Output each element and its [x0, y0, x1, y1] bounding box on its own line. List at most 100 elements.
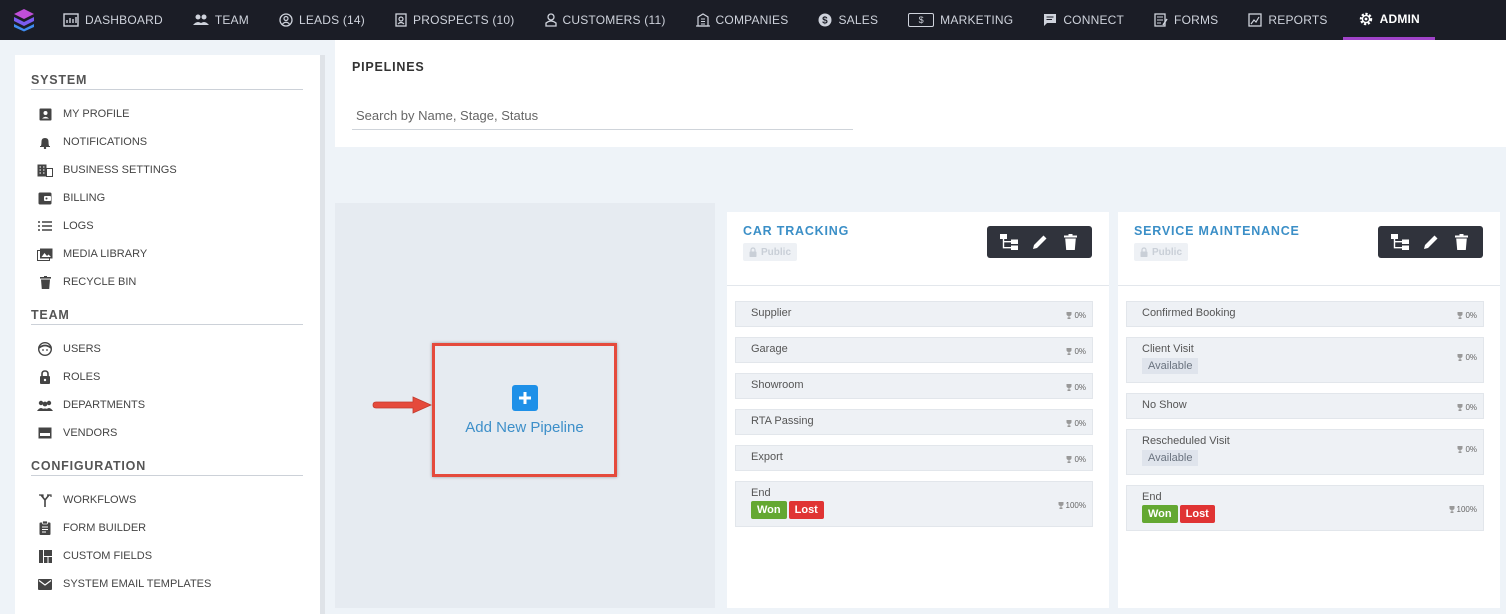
sidebar-item-custom-fields[interactable]: CUSTOM FIELDS	[31, 542, 304, 570]
images-icon	[37, 248, 53, 261]
marketing-money-icon: $	[908, 13, 935, 27]
stages-tree-button[interactable]	[998, 231, 1020, 253]
edit-pipeline-button[interactable]	[1029, 231, 1051, 253]
pipeline-card-service-maintenance: SERVICE MAINTENANCE Public Confirmed Boo…	[1118, 212, 1500, 608]
stage-row[interactable]: No Show 0%	[1126, 393, 1484, 419]
stage-name: Export	[751, 451, 783, 463]
lock-icon	[1140, 247, 1148, 257]
delete-pipeline-button[interactable]	[1060, 231, 1082, 253]
stage-probability: 100%	[1449, 505, 1477, 514]
profile-card-icon	[39, 108, 51, 120]
nav-forms[interactable]: FORMS	[1139, 0, 1233, 40]
stage-probability: 0%	[1066, 455, 1086, 464]
nav-forms-label: FORMS	[1174, 13, 1219, 27]
nav-sales[interactable]: $ SALES	[803, 0, 893, 40]
stages-tree-button[interactable]	[1389, 231, 1411, 253]
nav-sales-label: SALES	[838, 13, 879, 27]
won-button[interactable]: Won	[751, 501, 787, 519]
clipboard-icon	[39, 521, 51, 535]
trophy-icon	[1457, 354, 1463, 361]
stage-row[interactable]: Client Visit Available 0%	[1126, 337, 1484, 383]
stage-name: Garage	[751, 343, 788, 355]
sidebar-item-media-library[interactable]: MEDIA LIBRARY	[31, 240, 304, 268]
sidebar-item-workflows[interactable]: WORKFLOWS	[31, 486, 304, 514]
sidebar-item-label: BILLING	[63, 192, 106, 204]
trophy-icon	[1457, 446, 1463, 453]
nav-team[interactable]: TEAM	[178, 0, 264, 40]
stage-probability-value: 0%	[1465, 403, 1477, 412]
leads-icon	[279, 13, 293, 27]
sidebar-item-label: NOTIFICATIONS	[63, 136, 148, 148]
hierarchy-icon	[999, 234, 1018, 250]
stage-probability-value: 0%	[1074, 311, 1086, 320]
pipeline-actions-toolbar	[987, 226, 1092, 258]
settings-sidebar: SYSTEM MY PROFILE NOTIFICATIONS BUSINESS…	[15, 55, 320, 614]
visibility-label: Public	[1152, 246, 1183, 258]
delete-pipeline-button[interactable]	[1451, 231, 1473, 253]
stage-probability: 100%	[1058, 501, 1086, 510]
trophy-icon	[1066, 312, 1072, 319]
stage-row[interactable]: Rescheduled Visit Available 0%	[1126, 429, 1484, 475]
team-icon	[192, 14, 209, 25]
stage-row[interactable]: Supplier 0%	[735, 301, 1093, 327]
sidebar-item-system-email-templates[interactable]: SYSTEM EMAIL TEMPLATES	[31, 570, 304, 598]
stage-probability: 0%	[1066, 311, 1086, 320]
sidebar-item-label: MEDIA LIBRARY	[63, 248, 148, 260]
sidebar-item-label: LOGS	[63, 220, 94, 232]
stage-probability-value: 100%	[1456, 505, 1477, 514]
forms-icon	[1154, 13, 1168, 27]
sidebar-item-users[interactable]: USERS	[31, 335, 304, 363]
arrow-pointer-icon	[372, 396, 432, 414]
stage-row[interactable]: Garage 0%	[735, 337, 1093, 363]
lost-button[interactable]: Lost	[1179, 505, 1215, 523]
page-title: PIPELINES	[352, 60, 425, 74]
won-button[interactable]: Won	[1142, 505, 1178, 523]
sidebar-item-my-profile[interactable]: MY PROFILE	[31, 100, 304, 128]
trophy-icon	[1457, 404, 1463, 411]
nav-marketing-label: MARKETING	[940, 13, 1014, 27]
stage-probability-value: 0%	[1465, 311, 1477, 320]
edit-pipeline-button[interactable]	[1420, 231, 1442, 253]
sidebar-item-departments[interactable]: DEPARTMENTS	[31, 391, 304, 419]
sidebar-item-label: DEPARTMENTS	[63, 399, 146, 411]
sidebar-item-roles[interactable]: ROLES	[31, 363, 304, 391]
nav-leads[interactable]: LEADS (14)	[264, 0, 380, 40]
search-input[interactable]	[352, 102, 853, 130]
sidebar-item-notifications[interactable]: NOTIFICATIONS	[31, 128, 304, 156]
group-icon	[37, 400, 53, 411]
sidebar-item-billing[interactable]: BILLING	[31, 184, 304, 212]
nav-connect-label: CONNECT	[1063, 13, 1125, 27]
trophy-icon	[1457, 312, 1463, 319]
stage-row-end[interactable]: End Won Lost 100%	[1126, 485, 1484, 531]
sidebar-item-vendors[interactable]: VENDORS	[31, 419, 304, 447]
nav-customers[interactable]: CUSTOMERS (11)	[530, 0, 681, 40]
stage-name: Rescheduled Visit	[1142, 435, 1230, 447]
add-new-pipeline-button[interactable]: Add New Pipeline	[432, 343, 617, 477]
nav-prospects[interactable]: PROSPECTS (10)	[380, 0, 530, 40]
sidebar-item-label: USERS	[63, 343, 101, 355]
pipeline-card-car-tracking: CAR TRACKING Public Supplier 0% Garage 0…	[727, 212, 1109, 608]
nav-admin-label: ADMIN	[1379, 11, 1420, 26]
nav-marketing[interactable]: $ MARKETING	[893, 0, 1028, 40]
nav-companies[interactable]: COMPANIES	[681, 0, 804, 40]
lost-button[interactable]: Lost	[788, 501, 824, 519]
app-logo[interactable]	[0, 0, 48, 40]
sidebar-item-business-settings[interactable]: BUSINESS SETTINGS	[31, 156, 304, 184]
sidebar-item-logs[interactable]: LOGS	[31, 212, 304, 240]
bell-icon	[40, 137, 50, 149]
nav-connect[interactable]: CONNECT	[1028, 0, 1139, 40]
nav-admin[interactable]: ADMIN	[1342, 0, 1435, 40]
stage-probability-value: 0%	[1074, 455, 1086, 464]
stage-row-end[interactable]: End Won Lost 100%	[735, 481, 1093, 527]
sidebar-item-form-builder[interactable]: FORM BUILDER	[31, 514, 304, 542]
nav-reports[interactable]: REPORTS	[1233, 0, 1342, 40]
stage-row[interactable]: RTA Passing 0%	[735, 409, 1093, 435]
sidebar-item-recycle-bin[interactable]: RECYCLE BIN	[31, 268, 304, 296]
stage-probability: 0%	[1457, 403, 1477, 412]
nav-dashboard[interactable]: DASHBOARD	[48, 0, 178, 40]
sidebar-scrollbar[interactable]	[320, 55, 325, 614]
stage-row[interactable]: Confirmed Booking 0%	[1126, 301, 1484, 327]
stage-row[interactable]: Export 0%	[735, 445, 1093, 471]
lock-icon	[40, 370, 50, 384]
stage-row[interactable]: Showroom 0%	[735, 373, 1093, 399]
